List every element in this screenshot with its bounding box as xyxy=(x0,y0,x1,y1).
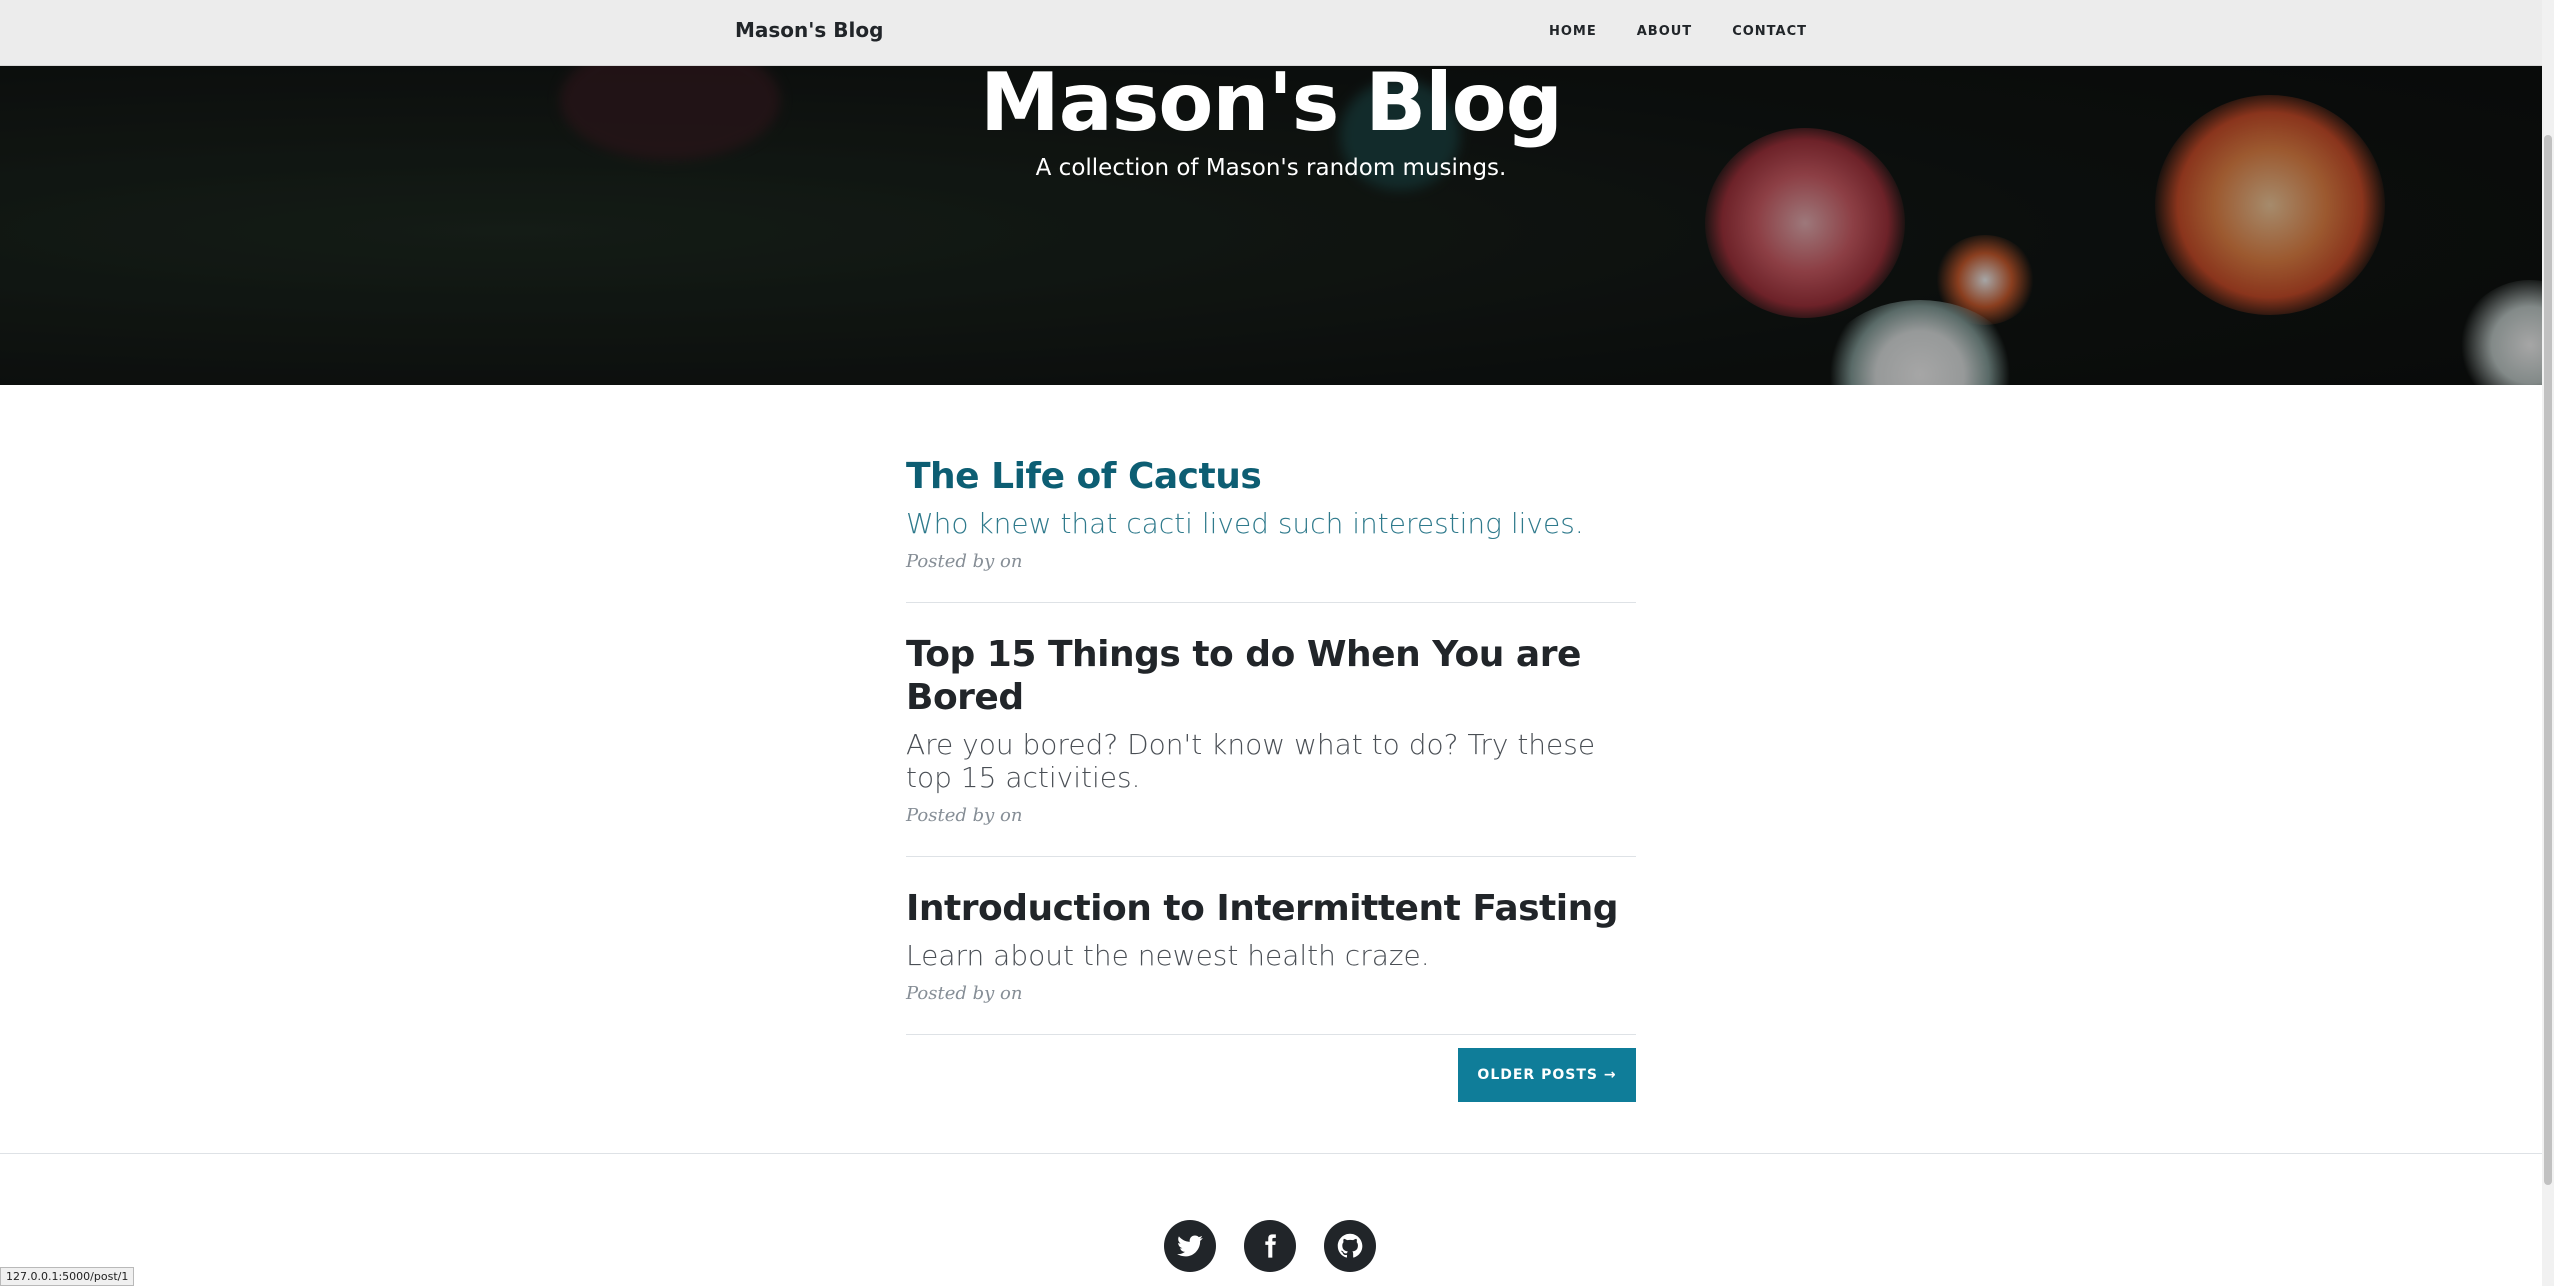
post-preview: Introduction to Intermittent Fasting Lea… xyxy=(906,887,1636,1035)
post-meta: Posted by on xyxy=(906,551,1023,572)
twitter-link[interactable] xyxy=(1164,1220,1216,1272)
site-heading: Mason's Blog A collection of Mason's ran… xyxy=(0,50,2542,181)
navbar: Mason's Blog HOME ABOUT CONTACT xyxy=(0,0,2542,66)
nav-home-link[interactable]: HOME xyxy=(1549,24,1597,39)
link-status-url: 127.0.0.1:5000/post/1 xyxy=(0,1267,135,1286)
nav-links: HOME ABOUT CONTACT xyxy=(1549,24,1807,39)
post-subtitle[interactable]: Who knew that cacti lived such interesti… xyxy=(906,507,1636,540)
post-meta: Posted by on xyxy=(906,805,1023,826)
post-meta: Posted by on xyxy=(906,983,1023,1004)
older-posts-button[interactable]: OLDER POSTS → xyxy=(1458,1048,1636,1102)
nav-contact-link[interactable]: CONTACT xyxy=(1732,24,1807,39)
nav-about-link[interactable]: ABOUT xyxy=(1637,24,1692,39)
post-title-link[interactable]: Top 15 Things to do When You are Bored xyxy=(906,633,1636,719)
social-links xyxy=(1164,1220,1376,1272)
page-scrollbar[interactable] xyxy=(2542,0,2554,1286)
navbar-brand-link[interactable]: Mason's Blog xyxy=(735,18,883,42)
pager: OLDER POSTS → xyxy=(906,1048,1636,1108)
post-preview: The Life of Cactus Who knew that cacti l… xyxy=(906,455,1636,603)
github-icon xyxy=(1337,1233,1363,1258)
post-title-link[interactable]: The Life of Cactus xyxy=(906,455,1636,498)
post-preview: Top 15 Things to do When You are Bored A… xyxy=(906,633,1636,857)
twitter-icon xyxy=(1177,1235,1203,1257)
scrollbar-thumb[interactable] xyxy=(2544,135,2552,1185)
post-subtitle[interactable]: Are you bored? Don't know what to do? Tr… xyxy=(906,728,1636,794)
post-list: The Life of Cactus Who knew that cacti l… xyxy=(906,455,1636,1108)
github-link[interactable] xyxy=(1324,1220,1376,1272)
facebook-icon xyxy=(1265,1234,1276,1258)
post-title-link[interactable]: Introduction to Intermittent Fasting xyxy=(906,887,1636,930)
post-subtitle[interactable]: Learn about the newest health craze. xyxy=(906,939,1636,972)
facebook-link[interactable] xyxy=(1244,1220,1296,1272)
site-subtitle: A collection of Mason's random musings. xyxy=(1035,155,1507,181)
footer-divider xyxy=(0,1153,2542,1154)
